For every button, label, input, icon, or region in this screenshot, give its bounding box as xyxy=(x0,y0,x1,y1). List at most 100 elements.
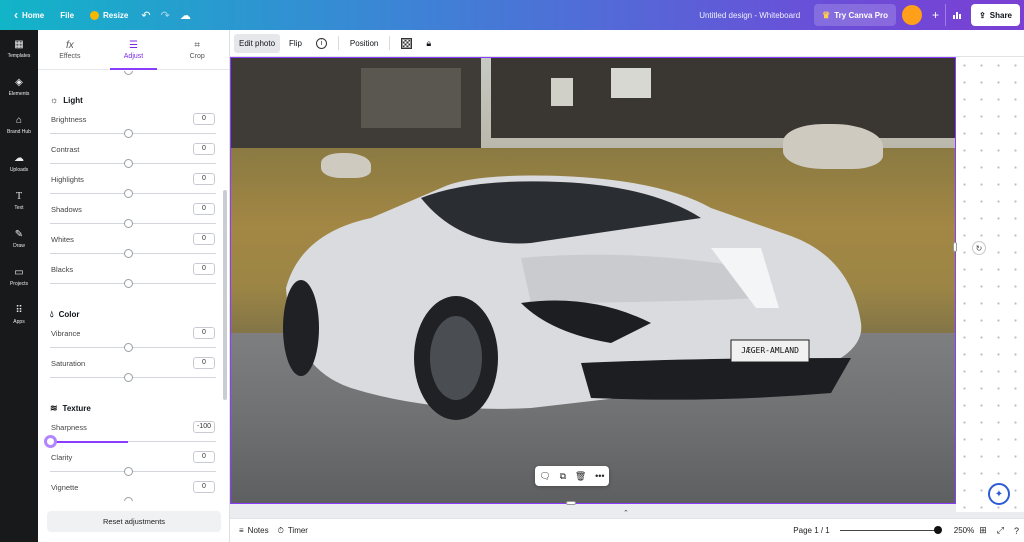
templates-icon: ▦ xyxy=(14,38,24,50)
undo-icon[interactable]: ↶ xyxy=(136,9,155,22)
slider-knob[interactable] xyxy=(124,343,133,352)
slider-knob[interactable] xyxy=(124,71,133,75)
slider-track[interactable] xyxy=(50,163,216,164)
redo-icon[interactable]: ↷ xyxy=(156,9,175,22)
slider-value-input[interactable]: -100 xyxy=(193,421,215,433)
notes-button[interactable]: ≡ Notes xyxy=(239,526,269,535)
slider-value-input[interactable]: 0 xyxy=(193,143,215,155)
reset-adjustments-button[interactable]: Reset adjustments xyxy=(47,511,221,532)
zoom-level[interactable]: 250% xyxy=(954,526,974,535)
slider-track[interactable] xyxy=(50,253,216,254)
slider-knob[interactable] xyxy=(44,435,57,448)
slider-knob[interactable] xyxy=(124,129,133,138)
rail-label: Brand Hub xyxy=(7,128,31,135)
comment-icon[interactable]: 🗨︎ xyxy=(539,471,550,482)
slider-track[interactable] xyxy=(50,283,216,284)
lock-button[interactable]: 🔒︎ xyxy=(421,34,436,53)
tab-adjust[interactable]: ☰ Adjust xyxy=(102,30,166,70)
rail-templates[interactable]: ▦ Templates xyxy=(0,30,38,68)
slider-track[interactable] xyxy=(50,223,216,224)
info-button[interactable]: i xyxy=(311,34,332,53)
add-collaborator-icon[interactable]: + xyxy=(926,8,945,22)
flip-button[interactable]: Flip xyxy=(284,34,307,53)
rail-brand-hub[interactable]: ⌂ Brand Hub xyxy=(0,106,38,144)
slider-row-vignette: Vignette 0 xyxy=(50,481,216,501)
slider-track[interactable] xyxy=(50,133,216,134)
grid-view-icon[interactable]: ⊞ xyxy=(979,525,987,536)
slider-knob[interactable] xyxy=(124,219,133,228)
slider-knob[interactable] xyxy=(124,159,133,168)
slider-track[interactable] xyxy=(50,377,216,378)
share-button[interactable]: ⇪ Share xyxy=(971,4,1020,26)
slider-row-whites: Whites 0 xyxy=(50,233,216,263)
slider-label: Whites xyxy=(51,235,74,244)
resize-handle-right[interactable] xyxy=(953,242,957,252)
resize-handle-bottom[interactable] xyxy=(566,501,576,505)
home-button[interactable]: ‹ Home xyxy=(6,0,52,30)
help-icon[interactable]: ? xyxy=(1014,526,1019,536)
slider-track[interactable] xyxy=(50,471,216,472)
car-photo[interactable]: JÆGER-AMLAND xyxy=(230,57,956,504)
cloud-save-icon[interactable]: ☁ xyxy=(175,9,196,22)
magic-assistant-icon[interactable]: ✦ xyxy=(988,483,1010,505)
position-button[interactable]: Position xyxy=(345,34,383,53)
page-indicator[interactable]: Page 1 / 1 xyxy=(793,526,829,535)
rail-text[interactable]: T Text xyxy=(0,182,38,220)
slider-value-input[interactable]: 0 xyxy=(193,451,215,463)
duplicate-icon[interactable]: ⧉ xyxy=(560,471,566,482)
resize-button[interactable]: Resize xyxy=(82,0,136,30)
slider-value-input[interactable]: 0 xyxy=(193,173,215,185)
tab-crop[interactable]: ⌗ Crop xyxy=(165,30,229,69)
adjust-scroll-area[interactable]: ☼ Light Brightness 0 Contrast 0 Highlights 0 S… xyxy=(38,71,226,501)
slider-label: Blacks xyxy=(51,265,74,274)
slider-knob[interactable] xyxy=(124,279,133,288)
rail-elements[interactable]: ◈ Elements xyxy=(0,68,38,106)
slider-value-input[interactable]: 0 xyxy=(193,203,215,215)
slider-value-input[interactable]: 0 xyxy=(193,233,215,245)
zoom-slider[interactable] xyxy=(839,526,942,534)
document-title[interactable]: Untitled design - Whiteboard xyxy=(699,11,800,20)
slider-row-contrast: Contrast 0 xyxy=(50,143,216,173)
avatar[interactable] xyxy=(902,5,923,25)
slider-knob[interactable] xyxy=(124,373,133,382)
slider-value-input[interactable]: 0 xyxy=(193,481,215,493)
context-toolbar: Edit photo Flip i Position 🔒︎ xyxy=(230,30,1024,57)
chevron-up-icon[interactable]: ⌃ xyxy=(623,509,629,512)
divider xyxy=(337,36,339,50)
crop-icon: ⌗ xyxy=(194,39,200,51)
rail-apps[interactable]: ⠿ Apps xyxy=(0,296,38,334)
try-canva-pro-button[interactable]: ♛ Try Canva Pro xyxy=(814,4,897,26)
slider-knob[interactable] xyxy=(124,467,133,476)
file-menu[interactable]: File xyxy=(52,0,82,30)
slider-label: Clarity xyxy=(51,453,73,462)
texture-rows: Sharpness -100 Clarity 0 Vignette 0 xyxy=(44,421,216,501)
edit-photo-button[interactable]: Edit photo xyxy=(234,33,281,53)
tab-label: Adjust xyxy=(123,52,144,60)
delete-icon[interactable]: 🗑︎ xyxy=(575,471,586,482)
slider-fill xyxy=(50,441,128,443)
slider-knob[interactable] xyxy=(124,189,133,198)
slider-track[interactable] xyxy=(50,193,216,194)
more-icon[interactable]: ••• xyxy=(595,471,604,481)
timer-button[interactable]: ⏱︎ Timer xyxy=(278,526,308,536)
slider-knob[interactable] xyxy=(124,249,133,258)
slider-track[interactable] xyxy=(50,347,216,348)
canvas-area[interactable]: JÆGER-AMLAND ↻ 🗨︎ ⧉ 🗑︎ ••• ✦ ⌃ xyxy=(230,57,1024,512)
left-rail: ▦ Templates ◈ Elements ⌂ Brand Hub ☁ Uploads… xyxy=(0,30,38,542)
tab-effects[interactable]: fx Effects xyxy=(38,30,102,69)
rail-projects[interactable]: ▭ Projects xyxy=(0,258,38,296)
rail-draw[interactable]: ✎ Draw xyxy=(0,220,38,258)
insights-icon[interactable] xyxy=(945,4,967,26)
slider-value-input[interactable]: 0 xyxy=(193,327,215,339)
slider-value-input[interactable]: 0 xyxy=(193,263,215,275)
zoom-slider-knob[interactable] xyxy=(933,526,942,534)
fullscreen-icon[interactable]: ⤢ xyxy=(997,525,1004,536)
slider-value-input[interactable]: 0 xyxy=(193,357,215,369)
rail-uploads[interactable]: ☁ Uploads xyxy=(0,144,38,182)
panel-scrollbar[interactable] xyxy=(223,190,227,400)
slider-knob[interactable] xyxy=(124,497,133,501)
try-pro-label: Try Canva Pro xyxy=(834,10,889,20)
slider-value-input[interactable]: 0 xyxy=(193,113,215,125)
rotate-icon[interactable]: ↻ xyxy=(972,241,986,255)
transparency-button[interactable] xyxy=(396,34,417,53)
